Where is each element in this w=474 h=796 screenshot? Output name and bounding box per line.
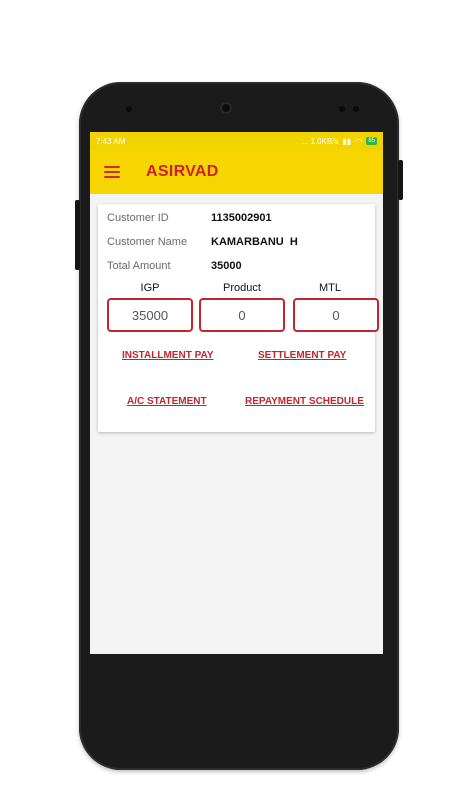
customer-card: Customer ID 1135002901 Customer Name KAM… xyxy=(98,204,379,432)
installment-pay-link[interactable]: INSTALLMENT PAY xyxy=(122,350,213,361)
menu-icon[interactable] xyxy=(104,166,120,178)
screen: 7:43 AM ... 1.0KB/s ▮▮ ◠ 85 ASIRVAD Cust… xyxy=(90,132,383,654)
proximity-sensor xyxy=(339,106,345,112)
wifi-icon: ◠ xyxy=(355,136,363,146)
igp-heading: IGP xyxy=(140,282,160,294)
status-icons: ... 1.0KB/s ▮▮ ◠ 85 xyxy=(302,137,377,146)
power-button xyxy=(398,160,403,200)
product-amount-box[interactable]: 0 xyxy=(199,298,285,332)
total-amount-value: 35000 xyxy=(211,260,242,272)
status-bar: 7:43 AM ... 1.0KB/s ▮▮ ◠ 85 xyxy=(90,132,383,150)
volume-button xyxy=(75,200,80,270)
settlement-pay-link[interactable]: SETTLEMENT PAY xyxy=(258,350,346,361)
app-bar: ASIRVAD xyxy=(90,150,383,194)
front-camera xyxy=(220,102,232,114)
front-sensor xyxy=(126,106,132,112)
customer-id-label: Customer ID xyxy=(107,212,169,224)
customer-id-row: Customer ID 1135002901 xyxy=(107,212,272,224)
app-title: ASIRVAD xyxy=(146,163,219,180)
status-time: 7:43 AM xyxy=(96,136,126,146)
mtl-amount-box[interactable]: 0 xyxy=(293,298,379,332)
battery-icon: 85 xyxy=(366,137,377,145)
phone-frame: 7:43 AM ... 1.0KB/s ▮▮ ◠ 85 ASIRVAD Cust… xyxy=(75,82,403,770)
customer-name-value: KAMARBANU H xyxy=(211,236,298,248)
product-heading: Product xyxy=(223,282,261,294)
repayment-schedule-link[interactable]: REPAYMENT SCHEDULE xyxy=(245,396,364,407)
customer-id-value: 1135002901 xyxy=(211,212,272,224)
igp-amount-box[interactable]: 35000 xyxy=(107,298,193,332)
total-amount-label: Total Amount xyxy=(107,260,171,272)
customer-name-label: Customer Name xyxy=(107,236,188,248)
network-speed: ... 1.0KB/s xyxy=(301,136,339,146)
light-sensor xyxy=(353,106,359,112)
customer-name-row: Customer Name KAMARBANU H xyxy=(107,236,298,248)
mtl-heading: MTL xyxy=(319,282,341,294)
total-amount-row: Total Amount 35000 xyxy=(107,260,242,272)
ac-statement-link[interactable]: A/C STATEMENT xyxy=(127,396,207,407)
signal-icon: ▮▮ xyxy=(342,136,352,146)
